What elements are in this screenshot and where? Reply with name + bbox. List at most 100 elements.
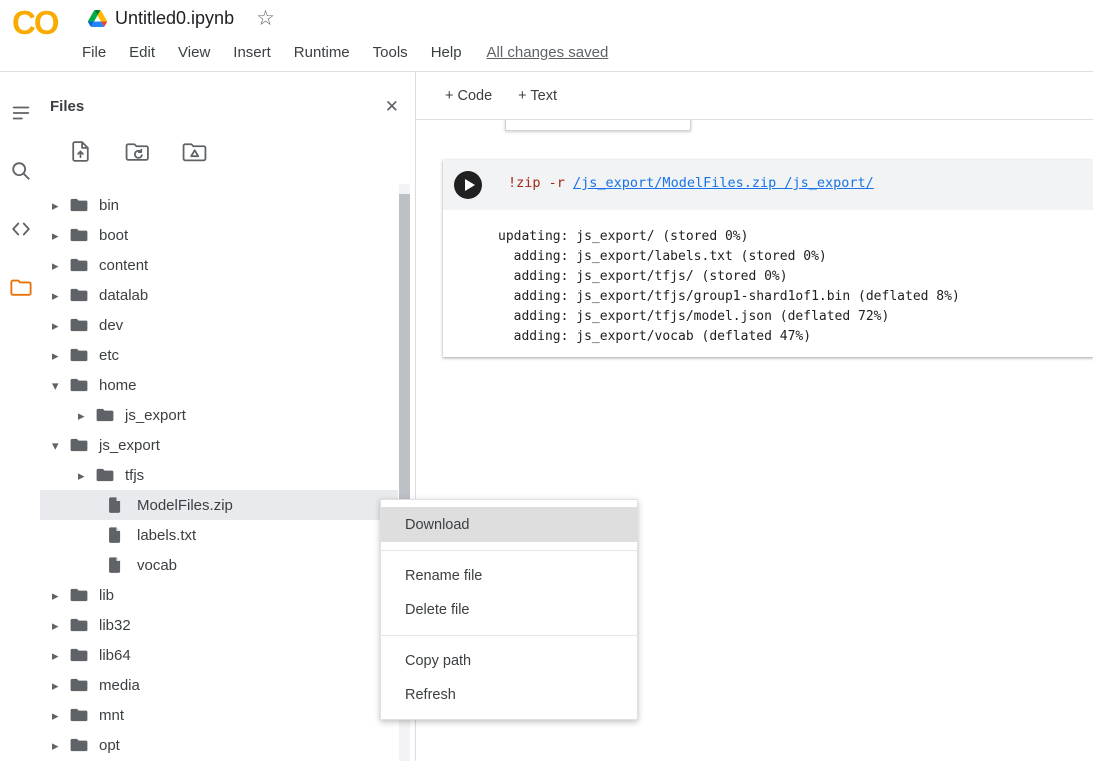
menu-item-refresh[interactable]: Refresh xyxy=(381,678,637,712)
add-code-button[interactable]: + Code xyxy=(445,88,492,104)
folder-icon xyxy=(70,678,90,692)
tree-item-label: js_export xyxy=(99,437,160,454)
chevron-right-icon[interactable] xyxy=(78,467,93,484)
tree-item-mnt[interactable]: mnt xyxy=(40,700,398,730)
tree-item-label: etc xyxy=(99,347,119,364)
chevron-right-icon[interactable] xyxy=(78,407,93,424)
code-cell: !zip -r /js_export/ModelFiles.zip /js_ex… xyxy=(443,160,1093,357)
output-line: adding: js_export/tfjs/ (stored 0%) xyxy=(498,267,1093,287)
menubar: File Edit View Insert Runtime Tools Help… xyxy=(82,44,608,61)
chevron-right-icon[interactable] xyxy=(52,317,67,334)
tree-item-labels-txt[interactable]: labels.txt xyxy=(40,520,398,550)
colab-window: CO Untitled0.ipynb ☆ File Edit View Inse… xyxy=(0,0,1093,761)
file-icon xyxy=(108,497,128,513)
tree-item-modelfiles-zip[interactable]: ModelFiles.zip xyxy=(40,490,398,520)
tree-item-vocab[interactable]: vocab xyxy=(40,550,398,580)
cell-output: updating: js_export/ (stored 0%) adding:… xyxy=(443,210,1093,347)
chevron-right-icon[interactable] xyxy=(52,677,67,694)
google-drive-icon xyxy=(88,10,107,27)
menu-tools[interactable]: Tools xyxy=(373,44,408,61)
chevron-right-icon[interactable] xyxy=(52,647,67,664)
menu-item-rename-file[interactable]: Rename file xyxy=(381,559,637,593)
code-path-link[interactable]: /js_export/ModelFiles.zip xyxy=(573,175,776,191)
menu-insert[interactable]: Insert xyxy=(233,44,271,61)
chevron-right-icon[interactable] xyxy=(52,347,67,364)
tree-item-tfjs[interactable]: tfjs xyxy=(40,460,398,490)
folder-icon xyxy=(96,468,116,482)
folder-icon xyxy=(70,588,90,602)
folder-icon xyxy=(70,648,90,662)
upload-icon[interactable] xyxy=(68,139,93,169)
menu-item-delete-file[interactable]: Delete file xyxy=(381,593,637,627)
folder-icon xyxy=(70,738,90,752)
menu-edit[interactable]: Edit xyxy=(129,44,155,61)
tree-item-datalab[interactable]: datalab xyxy=(40,280,398,310)
menu-help[interactable]: Help xyxy=(431,44,462,61)
code-editor[interactable]: !zip -r /js_export/ModelFiles.zip /js_ex… xyxy=(443,160,1093,210)
chevron-down-icon[interactable] xyxy=(52,437,67,454)
tree-item-etc[interactable]: etc xyxy=(40,340,398,370)
menu-view[interactable]: View xyxy=(178,44,210,61)
tree-item-lib32[interactable]: lib32 xyxy=(40,610,398,640)
file-tree: bin boot content datalab dev xyxy=(40,190,398,760)
tree-item-content[interactable]: content xyxy=(40,250,398,280)
chevron-right-icon[interactable] xyxy=(52,587,67,604)
tree-item-label: lib xyxy=(99,587,114,604)
chevron-right-icon[interactable] xyxy=(52,617,67,634)
table-of-contents-icon[interactable] xyxy=(8,100,34,126)
folder-icon xyxy=(70,258,90,272)
refresh-folder-icon[interactable] xyxy=(125,139,150,169)
chevron-right-icon[interactable] xyxy=(52,707,67,724)
tree-item-label: vocab xyxy=(137,557,177,574)
close-icon[interactable]: ✕ xyxy=(385,98,399,115)
chevron-right-icon[interactable] xyxy=(52,737,67,754)
add-text-button[interactable]: + Text xyxy=(518,88,557,104)
menu-item-copy-path[interactable]: Copy path xyxy=(381,644,637,678)
folder-icon xyxy=(70,288,90,302)
menu-separator xyxy=(381,635,637,636)
tree-item-dev[interactable]: dev xyxy=(40,310,398,340)
search-icon[interactable] xyxy=(8,158,34,184)
menu-runtime[interactable]: Runtime xyxy=(294,44,350,61)
output-line: adding: js_export/labels.txt (stored 0%) xyxy=(498,247,1093,267)
tree-item-home-js-export[interactable]: js_export xyxy=(40,400,398,430)
code-snippets-icon[interactable] xyxy=(8,216,34,242)
tree-item-boot[interactable]: boot xyxy=(40,220,398,250)
tree-item-opt[interactable]: opt xyxy=(40,730,398,760)
save-status[interactable]: All changes saved xyxy=(487,44,609,61)
folder-icon xyxy=(96,408,116,422)
tree-item-label: content xyxy=(99,257,148,274)
output-line: adding: js_export/tfjs/group1-shard1of1.… xyxy=(498,287,1093,307)
tree-item-lib64[interactable]: lib64 xyxy=(40,640,398,670)
tree-item-lib[interactable]: lib xyxy=(40,580,398,610)
tree-item-label: tfjs xyxy=(125,467,144,484)
files-panel: Files ✕ xyxy=(40,72,415,761)
tree-item-js-export[interactable]: js_export xyxy=(40,430,398,460)
tree-item-label: js_export xyxy=(125,407,186,424)
files-scrollbar-thumb[interactable] xyxy=(399,194,410,542)
tree-item-home[interactable]: home xyxy=(40,370,398,400)
chevron-right-icon[interactable] xyxy=(52,287,67,304)
tree-item-label: lib32 xyxy=(99,617,131,634)
code-line[interactable]: !zip -r /js_export/ModelFiles.zip /js_ex… xyxy=(508,175,874,191)
tree-item-label: mnt xyxy=(99,707,124,724)
files-tab-icon[interactable] xyxy=(8,274,34,300)
tree-item-bin[interactable]: bin xyxy=(40,190,398,220)
chevron-right-icon[interactable] xyxy=(52,227,67,244)
chevron-right-icon[interactable] xyxy=(52,257,67,274)
chevron-down-icon[interactable] xyxy=(52,377,67,394)
notebook-title[interactable]: Untitled0.ipynb xyxy=(115,8,234,29)
star-icon[interactable]: ☆ xyxy=(256,8,275,29)
code-path-link[interactable]: /js_export/ xyxy=(776,175,874,191)
folder-icon xyxy=(70,318,90,332)
mount-drive-icon[interactable] xyxy=(182,139,207,169)
menu-item-download[interactable]: Download xyxy=(381,507,637,542)
folder-icon xyxy=(70,618,90,632)
chevron-right-icon[interactable] xyxy=(52,197,67,214)
folder-icon xyxy=(70,438,90,452)
run-cell-button[interactable] xyxy=(454,171,482,199)
colab-logo[interactable]: CO xyxy=(12,4,58,42)
file-icon xyxy=(108,557,128,573)
tree-item-media[interactable]: media xyxy=(40,670,398,700)
menu-file[interactable]: File xyxy=(82,44,106,61)
